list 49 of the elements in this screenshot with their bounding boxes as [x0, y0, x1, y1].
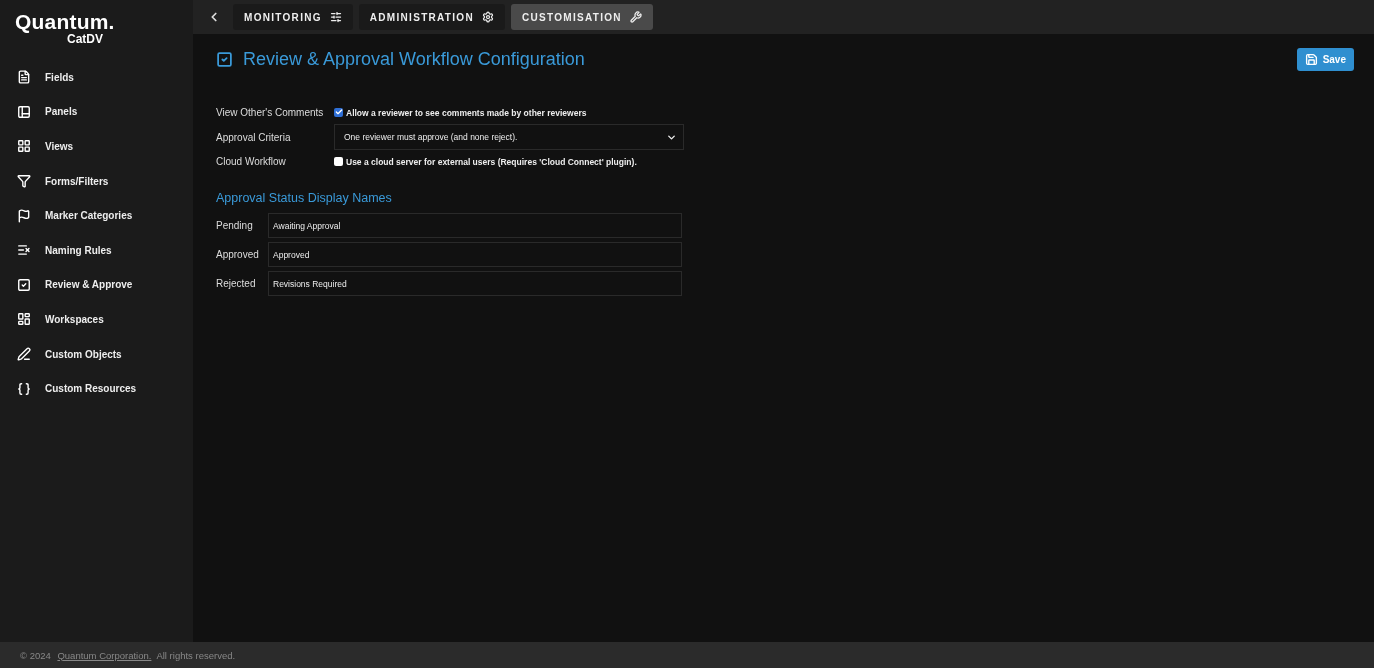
- sidebar-item[interactable]: Naming Rules: [0, 232, 193, 268]
- setting-label: Approval Criteria: [216, 131, 292, 143]
- save-icon: [1304, 53, 1318, 66]
- sidebar-item[interactable]: Forms/Filters: [0, 163, 193, 199]
- document-icon: [17, 70, 31, 85]
- sliders-icon: [329, 11, 342, 23]
- checkbox-icon: [216, 51, 233, 68]
- nav-tab[interactable]: CUSTOMISATION: [510, 4, 653, 30]
- checkbox-label: Use a cloud server for external users (Requires 'Cloud Connect' plugin).: [346, 156, 637, 167]
- page-title: Review & Approval Workflow Configuration: [243, 49, 585, 70]
- checkbox-label: Allow a reviewer to see comments made by other reviewers: [346, 107, 587, 118]
- select-field[interactable]: One reviewer must approve (and none reject).: [334, 124, 684, 150]
- panels-icon: [17, 104, 31, 119]
- gear-icon: [481, 11, 494, 23]
- setting-label: Cloud Workflow: [216, 156, 287, 167]
- sidebar-item[interactable]: Workspaces: [0, 302, 193, 337]
- setting-label: View Other's Comments: [216, 107, 325, 118]
- logo-text: Quantum.: [15, 10, 115, 34]
- sidebar-item[interactable]: Marker Categories: [0, 198, 193, 233]
- status-label: Rejected: [216, 278, 257, 289]
- checkbox[interactable]: [334, 156, 343, 166]
- save-button[interactable]: Save: [1296, 48, 1354, 71]
- checkbox-icon: [17, 277, 31, 292]
- status-name-field[interactable]: Awaiting Approval: [268, 213, 682, 238]
- copyright-text: © 2024 Quantum Corporation. All rights reserved.: [20, 649, 236, 661]
- status-name-field[interactable]: Approved: [268, 242, 682, 267]
- filter-icon: [17, 174, 31, 189]
- sidebar-item[interactable]: Custom Objects: [0, 336, 193, 372]
- checkbox[interactable]: [334, 107, 343, 117]
- list-x-icon: [17, 243, 31, 258]
- nav-tab[interactable]: MONITORING: [233, 4, 353, 30]
- status-label: Pending: [216, 220, 254, 231]
- status-name-field[interactable]: Revisions Required: [268, 271, 682, 296]
- sidebar-item[interactable]: Panels: [0, 94, 193, 130]
- grid-icon: [17, 139, 31, 154]
- braces-icon: [17, 381, 31, 396]
- dashboard-icon: [17, 312, 31, 327]
- nav-tab[interactable]: ADMINISTRATION: [358, 4, 505, 30]
- status-label: Approved: [216, 249, 260, 260]
- sidebar-item[interactable]: Custom Resources: [0, 371, 193, 406]
- sidebar-item[interactable]: Fields: [0, 60, 193, 95]
- product-logo-text: CatDV: [67, 32, 103, 46]
- pen-icon: [17, 347, 31, 362]
- flag-icon: [17, 208, 31, 223]
- section-heading: Approval Status Display Names: [216, 191, 393, 205]
- company-link[interactable]: Quantum Corporation.: [57, 649, 152, 661]
- sidebar-item[interactable]: Review & Approve: [0, 267, 193, 303]
- sidebar-item[interactable]: Views: [0, 129, 193, 164]
- wrench-icon: [629, 11, 642, 23]
